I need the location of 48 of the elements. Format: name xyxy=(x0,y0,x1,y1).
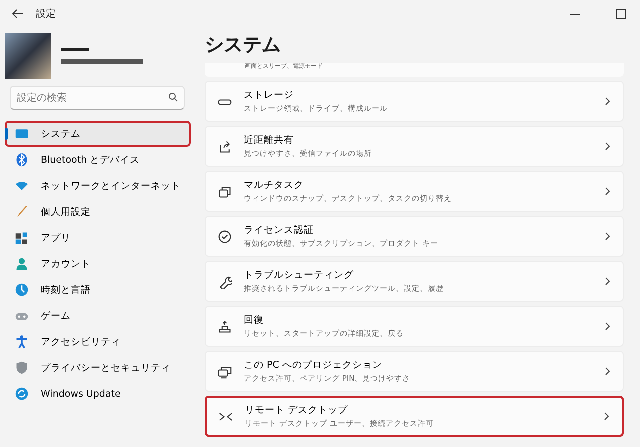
recovery-icon xyxy=(218,320,232,334)
card-title: この PC へのプロジェクション xyxy=(244,359,384,372)
sidebar-item[interactable]: アプリ xyxy=(5,225,191,251)
chevron-right-icon xyxy=(605,277,611,286)
search-icon xyxy=(169,93,178,102)
avatar-placeholder xyxy=(5,33,51,79)
card-title: マルチタスク xyxy=(244,179,305,192)
wifi-icon xyxy=(15,179,29,193)
card-title: 回復 xyxy=(244,314,265,327)
sidebar-item[interactable]: プライバシーとセキュリティ xyxy=(5,355,191,381)
sidebar-item[interactable]: ゲーム xyxy=(5,303,191,329)
sidebar-item[interactable]: アカウント xyxy=(5,251,191,277)
chevron-right-icon xyxy=(605,322,611,331)
chevron-right-icon xyxy=(605,232,611,241)
monitor-icon xyxy=(15,127,29,141)
page-title: システム xyxy=(205,33,282,55)
sidebar-item[interactable]: ネットワークとインターネット xyxy=(5,173,191,199)
shield-icon xyxy=(15,361,29,375)
maximize-icon xyxy=(616,9,626,19)
accessibility-icon xyxy=(15,335,29,349)
check-circle-icon xyxy=(218,230,232,244)
sidebar-item[interactable]: 時刻と言語 xyxy=(5,277,191,303)
back-arrow-icon xyxy=(12,8,24,18)
apps-icon xyxy=(15,231,29,245)
card-title: リモート デスクトップ xyxy=(245,404,350,417)
person-icon xyxy=(15,257,29,271)
sync-icon xyxy=(15,387,29,401)
card-title: トラブルシューティング xyxy=(244,269,355,282)
sidebar-item[interactable]: 個人用設定 xyxy=(5,199,191,225)
chevron-right-icon xyxy=(605,97,611,106)
sidebar-item[interactable]: Windows Update xyxy=(5,381,191,407)
chevron-right-icon xyxy=(605,142,611,151)
sidebar-item[interactable]: システム xyxy=(5,121,191,147)
wrench-icon xyxy=(218,274,232,288)
chevron-right-icon xyxy=(605,187,611,196)
chevron-right-icon xyxy=(604,412,610,421)
card-title: ライセンス認証 xyxy=(244,224,315,237)
chevron-right-icon xyxy=(605,367,611,376)
sidebar-item[interactable]: アクセシビリティ xyxy=(5,329,191,355)
brush-icon xyxy=(15,205,29,219)
projection-icon xyxy=(218,364,232,378)
bluetooth-icon xyxy=(15,153,29,167)
search-field[interactable]: 設定の検索 xyxy=(10,86,185,110)
window-title: 設定 xyxy=(36,8,56,21)
share-icon xyxy=(218,140,232,154)
card-title: 近距離共有 xyxy=(244,134,295,147)
sidebar-item[interactable]: Bluetooth とデバイス xyxy=(5,147,191,173)
card-title: ストレージ xyxy=(244,89,295,102)
